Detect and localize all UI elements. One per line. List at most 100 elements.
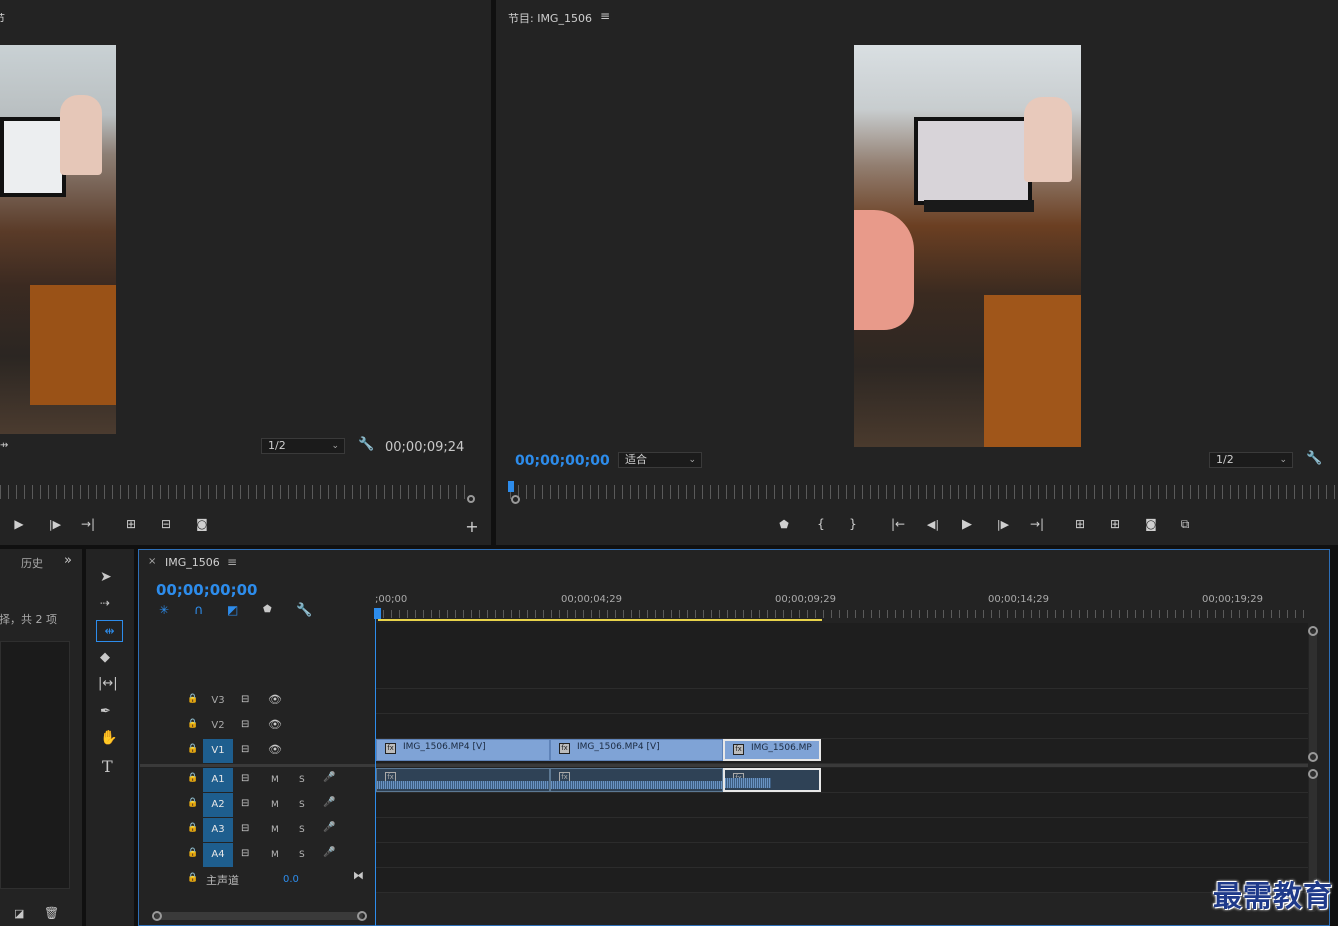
trash-icon[interactable]: 🗑: [44, 906, 59, 920]
master-volume-value[interactable]: 0.0: [283, 874, 299, 885]
timeline-ruler[interactable]: [375, 610, 1308, 618]
program-play-button[interactable]: ▶: [957, 515, 977, 533]
lock-icon[interactable]: 🔒: [187, 848, 198, 858]
lock-icon[interactable]: 🔒: [187, 823, 198, 833]
go-to-in-button[interactable]: |←: [888, 515, 908, 533]
mute-button-a1[interactable]: M: [271, 775, 279, 785]
scroll-handle-top[interactable]: [1308, 626, 1318, 636]
mute-button-a2[interactable]: M: [271, 800, 279, 810]
track-lane-a2[interactable]: [375, 793, 1308, 818]
eye-icon[interactable]: 👁: [268, 718, 282, 731]
snap-icon[interactable]: ∩: [194, 603, 204, 618]
video-clip-1[interactable]: fx IMG_1506.MP4 [V]: [376, 739, 550, 761]
source-step-forward-button[interactable]: |▶: [45, 515, 65, 533]
timeline-vertical-scrollbar[interactable]: [1309, 630, 1317, 760]
source-add-button[interactable]: +: [462, 517, 482, 536]
source-export-frame-button[interactable]: ◙: [192, 515, 212, 533]
sync-lock-icon[interactable]: ⊟: [241, 823, 249, 834]
track-lane-a4[interactable]: [375, 843, 1308, 868]
history-tab[interactable]: 历史: [21, 555, 43, 571]
sync-lock-icon[interactable]: ⊟: [241, 848, 249, 859]
ripple-edit-tool-icon[interactable]: ⇹: [96, 620, 123, 642]
solo-button-a3[interactable]: S: [299, 825, 305, 835]
scroll-handle-audio[interactable]: [1308, 769, 1318, 779]
source-go-out-button[interactable]: →|: [78, 515, 98, 533]
lock-icon[interactable]: 🔒: [187, 798, 198, 808]
lift-button[interactable]: ⊞: [1070, 515, 1090, 533]
add-marker-button[interactable]: ⬟: [774, 515, 794, 533]
program-monitor-title[interactable]: 节目: IMG_1506: [508, 10, 592, 26]
lock-icon[interactable]: 🔒: [187, 719, 198, 729]
panel-menu-icon[interactable]: ≡: [600, 9, 610, 23]
wrench-icon[interactable]: 🔧: [1306, 451, 1322, 466]
timeline-close-button[interactable]: ×: [148, 556, 156, 567]
source-resolution-select[interactable]: 1/2 ⌄: [261, 438, 345, 454]
source-time-ruler[interactable]: [0, 485, 470, 499]
mark-out-button[interactable]: }: [843, 515, 863, 533]
program-timecode[interactable]: 00;00;00;00: [515, 453, 610, 469]
mark-in-button[interactable]: {: [811, 515, 831, 533]
track-target-v3[interactable]: V3: [203, 689, 233, 713]
source-insert-button[interactable]: ⊞: [121, 515, 141, 533]
scroll-handle-mid[interactable]: [1308, 752, 1318, 762]
track-lane-v2[interactable]: [375, 714, 1308, 739]
audio-clip-3[interactable]: fx: [723, 768, 821, 792]
microphone-icon[interactable]: 🎤: [323, 797, 335, 808]
microphone-icon[interactable]: 🎤: [323, 847, 335, 858]
lock-icon[interactable]: 🔒: [187, 773, 198, 783]
timeline-timecode[interactable]: 00;00;00;00: [156, 581, 258, 599]
lock-icon[interactable]: 🔒: [187, 744, 198, 754]
solo-button-a2[interactable]: S: [299, 800, 305, 810]
timeline-horizontal-scrollbar[interactable]: [155, 912, 363, 920]
sync-lock-icon[interactable]: ⊟: [241, 694, 249, 705]
export-frame-button[interactable]: ◙: [1141, 515, 1161, 533]
track-target-v1[interactable]: V1: [203, 739, 233, 763]
program-scrollbar-handle[interactable]: [511, 495, 520, 504]
microphone-icon[interactable]: 🎤: [323, 822, 335, 833]
program-playhead[interactable]: [508, 481, 514, 492]
track-select-tool-icon[interactable]: ⇢: [100, 596, 110, 610]
mute-button-a4[interactable]: M: [271, 850, 279, 860]
timeline-menu-icon[interactable]: ≡: [227, 555, 237, 569]
audio-clip-1[interactable]: fx: [376, 768, 550, 792]
go-to-out-button[interactable]: →|: [1027, 515, 1047, 533]
selection-tool-icon[interactable]: ➤: [100, 569, 112, 585]
source-overwrite-button[interactable]: ⊟: [156, 515, 176, 533]
program-time-ruler[interactable]: [510, 485, 1338, 499]
lock-icon[interactable]: 🔒: [187, 694, 198, 704]
track-target-a1[interactable]: A1: [203, 768, 233, 792]
source-scrollbar-handle[interactable]: [467, 495, 475, 503]
slip-tool-icon[interactable]: |↔|: [98, 676, 118, 691]
sync-lock-icon[interactable]: ⊟: [241, 744, 249, 755]
sync-lock-icon[interactable]: ⊟: [241, 798, 249, 809]
video-audio-divider[interactable]: [140, 764, 1308, 767]
extract-button[interactable]: ⊞: [1105, 515, 1125, 533]
add-marker-icon[interactable]: ⬟: [263, 604, 272, 615]
video-clip-3[interactable]: fx IMG_1506.MP: [723, 739, 821, 761]
go-to-end-icon[interactable]: ⧓: [353, 869, 364, 882]
timeline-tab[interactable]: IMG_1506: [165, 556, 220, 569]
track-lane-v3[interactable]: [375, 689, 1308, 714]
hscroll-handle-right[interactable]: [357, 911, 367, 921]
linked-selection-icon[interactable]: ◩: [227, 603, 238, 617]
track-target-a3[interactable]: A3: [203, 818, 233, 842]
track-lane-master[interactable]: [375, 868, 1308, 893]
solo-button-a4[interactable]: S: [299, 850, 305, 860]
timeline-settings-icon[interactable]: 🔧: [296, 603, 312, 618]
track-target-v2[interactable]: V2: [203, 714, 233, 738]
program-resolution-select[interactable]: 1/2 ⌄: [1209, 452, 1293, 468]
sync-lock-icon[interactable]: ⊟: [241, 719, 249, 730]
razor-tool-icon[interactable]: ◆: [100, 650, 110, 665]
track-lane-a3[interactable]: [375, 818, 1308, 843]
step-forward-button[interactable]: |▶: [993, 515, 1013, 533]
lock-icon[interactable]: 🔒: [187, 873, 198, 883]
source-play-button[interactable]: ▶: [9, 515, 29, 533]
eye-icon[interactable]: 👁: [268, 693, 282, 706]
hscroll-handle-left[interactable]: [152, 911, 162, 921]
sync-lock-icon[interactable]: ⊟: [241, 773, 249, 784]
source-nav-icon[interactable]: ⇸: [0, 440, 8, 451]
eye-icon[interactable]: 👁: [268, 743, 282, 756]
mute-button-a3[interactable]: M: [271, 825, 279, 835]
work-area-bar[interactable]: [378, 619, 822, 621]
solo-button-a1[interactable]: S: [299, 775, 305, 785]
